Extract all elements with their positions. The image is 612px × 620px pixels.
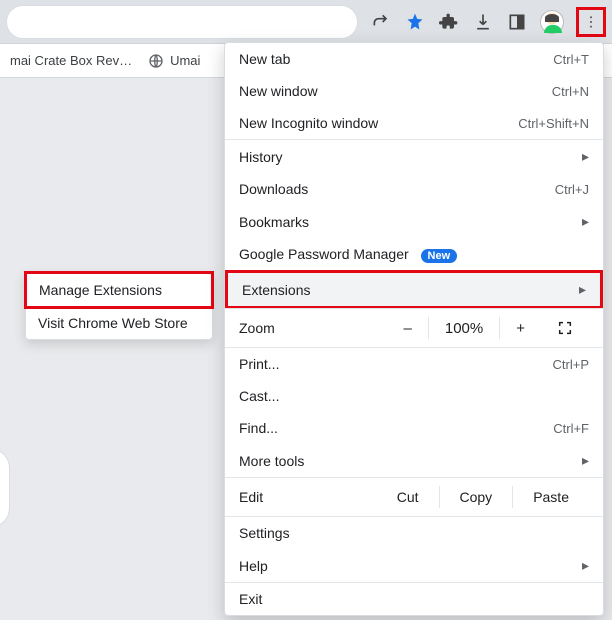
cut-button[interactable]: Cut	[377, 486, 439, 508]
menu-item-help[interactable]: Help ▸	[225, 549, 603, 582]
extensions-submenu: Manage Extensions Visit Chrome Web Store	[25, 272, 213, 340]
bookmark-item[interactable]: Umai	[140, 53, 208, 69]
menu-item-print[interactable]: Print... Ctrl+P	[225, 348, 603, 380]
share-icon[interactable]	[370, 11, 392, 33]
menu-button[interactable]	[576, 7, 606, 37]
menu-item-new-tab[interactable]: New tab Ctrl+T	[225, 43, 603, 75]
extensions-icon[interactable]	[438, 11, 460, 33]
menu-item-password-manager[interactable]: Google Password Manager New	[225, 238, 603, 271]
bookmark-item[interactable]: mai Crate Box Rev…	[2, 53, 140, 68]
menu-item-downloads[interactable]: Downloads Ctrl+J	[225, 173, 603, 205]
new-badge: New	[421, 249, 458, 263]
fullscreen-button[interactable]	[541, 320, 589, 336]
page-edge	[0, 448, 10, 528]
menu-item-history[interactable]: History ▸	[225, 140, 603, 173]
copy-button[interactable]: Copy	[439, 486, 513, 508]
star-icon[interactable]	[404, 11, 426, 33]
menu-item-exit[interactable]: Exit	[225, 583, 603, 615]
zoom-value: 100%	[428, 317, 499, 339]
menu-item-incognito[interactable]: New Incognito window Ctrl+Shift+N	[225, 107, 603, 139]
bookmark-label: mai Crate Box Rev…	[10, 53, 132, 68]
menu-item-extensions[interactable]: Extensions ▸	[225, 270, 603, 309]
download-icon[interactable]	[472, 11, 494, 33]
omnibox[interactable]	[6, 5, 358, 39]
menu-item-find[interactable]: Find... Ctrl+F	[225, 412, 603, 444]
menu-item-edit: Edit Cut Copy Paste	[225, 478, 603, 516]
menu-item-visit-web-store[interactable]: Visit Chrome Web Store	[26, 307, 212, 339]
globe-icon	[148, 53, 164, 69]
profile-avatar[interactable]	[540, 10, 564, 34]
menu-item-more-tools[interactable]: More tools ▸	[225, 444, 603, 477]
chevron-right-icon: ▸	[582, 452, 589, 469]
menu-item-manage-extensions[interactable]: Manage Extensions	[24, 271, 214, 309]
chevron-right-icon: ▸	[582, 148, 589, 165]
chevron-right-icon: ▸	[582, 213, 589, 230]
main-menu: New tab Ctrl+T New window Ctrl+N New Inc…	[224, 42, 604, 616]
menu-item-new-window[interactable]: New window Ctrl+N	[225, 75, 603, 107]
zoom-out-button[interactable]: –	[388, 317, 428, 339]
page-content: Manage Extensions Visit Chrome Web Store…	[0, 78, 612, 620]
paste-button[interactable]: Paste	[512, 486, 589, 508]
browser-toolbar	[0, 0, 612, 44]
chevron-right-icon: ▸	[582, 557, 589, 574]
menu-item-bookmarks[interactable]: Bookmarks ▸	[225, 205, 603, 238]
reader-icon[interactable]	[506, 11, 528, 33]
chevron-right-icon: ▸	[579, 281, 586, 298]
menu-item-settings[interactable]: Settings	[225, 517, 603, 549]
bookmark-label: Umai	[170, 53, 200, 68]
zoom-in-button[interactable]: +	[499, 317, 541, 339]
menu-item-cast[interactable]: Cast...	[225, 380, 603, 412]
menu-item-zoom: Zoom – 100% +	[225, 309, 603, 347]
